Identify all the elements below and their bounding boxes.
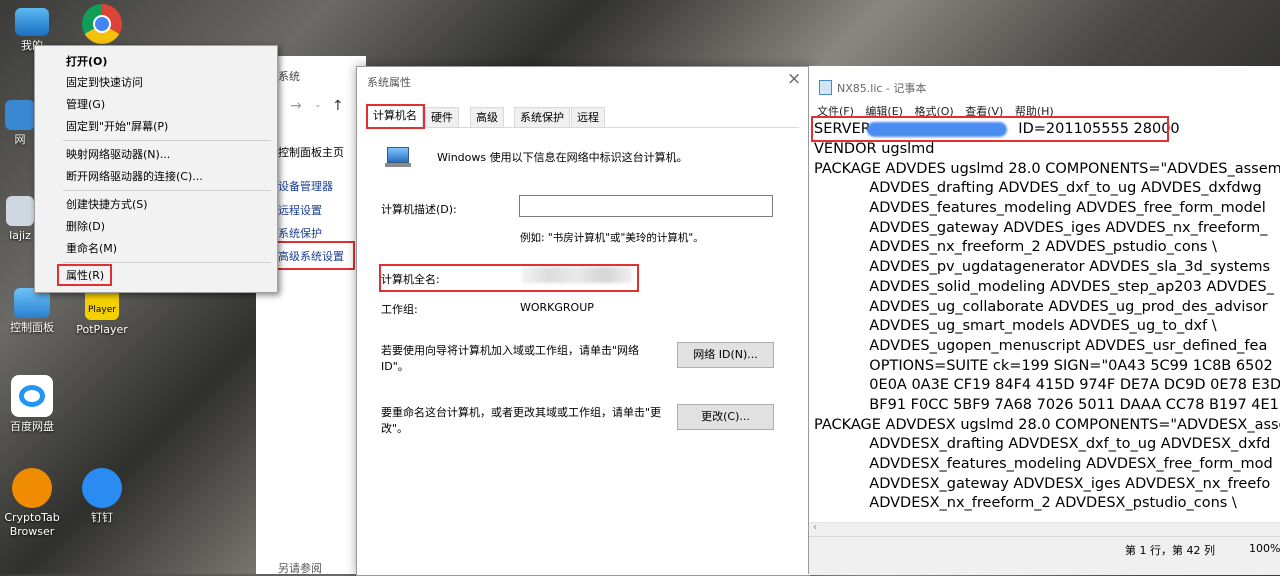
text-line: ADVDES_ug_collaborate ADVDES_ug_prod_des… <box>814 299 1268 315</box>
text-line: ADVDESX_nx_freeform_2 ADVDESX_pstudio_co… <box>814 495 1237 511</box>
device-manager-link[interactable]: 设备管理器 <box>278 178 333 194</box>
text-line: 0E0A 0A3E CF19 84F4 415D 974F DE7A DC9D … <box>814 377 1280 393</box>
window-title: 系统 <box>278 70 300 83</box>
rename-text: 要重命名这台计算机，或者更改其域或工作组，请单击"更改"。 <box>381 406 662 435</box>
workgroup-value: WORKGROUP <box>520 301 594 314</box>
example-text: 例如: "书房计算机"或"美玲的计算机"。 <box>520 232 704 244</box>
tab-advanced[interactable]: 高级 <box>470 107 504 127</box>
highlight-properties <box>57 264 112 286</box>
menu-separator <box>63 262 271 263</box>
highlight-computer-name-tab <box>366 104 425 129</box>
back-arrow-icon[interactable]: → <box>290 98 302 114</box>
computer-network-icon <box>385 145 411 167</box>
network-id-button[interactable]: 网络 ID(N)... <box>677 342 774 368</box>
menu-item-map-drive[interactable]: 映射网络驱动器(N)... <box>35 144 275 165</box>
system-protection-link[interactable]: 系统保护 <box>278 225 322 241</box>
menu-item-create-shortcut[interactable]: 创建快捷方式(S) <box>35 194 275 215</box>
menu-item-pin-start[interactable]: 固定到"开始"屏幕(P) <box>35 116 275 137</box>
text-area[interactable]: SERVER ID=201105555 28000 VENDOR ugslmd … <box>809 118 1280 522</box>
close-icon[interactable]: × <box>787 69 801 89</box>
change-button[interactable]: 更改(C)... <box>677 404 774 430</box>
text-line: ADVDES_gateway ADVDES_iges ADVDES_nx_fre… <box>814 220 1268 236</box>
highlight-full-name <box>379 264 639 292</box>
tab-system-protection[interactable]: 系统保护 <box>514 107 570 127</box>
highlight-server-line <box>811 116 1169 142</box>
desktop-icon-label: 控制面板 <box>10 321 54 334</box>
intro-text: Windows 使用以下信息在网络中标识这台计算机。 <box>437 151 688 164</box>
description-label: 计算机描述(D): <box>381 203 457 216</box>
text-line: ADVDES_ugopen_menuscript ADVDES_usr_defi… <box>814 338 1268 354</box>
system-properties-dialog: 系统属性 × 计算机名 硬件 高级 系统保护 远程 Windows 使用以下信息… <box>356 66 810 576</box>
menu-item-open[interactable]: 打开(O) <box>35 51 275 72</box>
status-position: 第 1 行，第 42 列 <box>1125 544 1215 557</box>
menu-item-disconnect-drive[interactable]: 断开网络驱动器的连接(C)... <box>35 166 275 187</box>
dialog-title: 系统属性 <box>367 76 411 89</box>
notepad-icon <box>819 80 832 95</box>
menu-item-rename[interactable]: 重命名(M) <box>35 238 275 259</box>
horizontal-scrollbar[interactable]: ‹ <box>809 522 1280 537</box>
status-zoom: 100% <box>1249 542 1280 555</box>
text-line: ADVDESX_drafting ADVDESX_dxf_to_ug ADVDE… <box>814 436 1271 452</box>
network-icon <box>5 100 35 130</box>
text-line: VENDOR ugslmd <box>814 141 935 157</box>
text-line: PACKAGE ADVDESX ugslmd 28.0 COMPONENTS="… <box>814 417 1280 433</box>
baidu-netdisk-icon <box>11 375 53 417</box>
desktop-icon-label: 钉钉 <box>91 511 113 524</box>
notepad-window: NX85.lic - 记事本 文件(F) 编辑(E) 格式(O) 查看(V) 帮… <box>808 66 1280 575</box>
menu-separator <box>63 190 271 191</box>
remote-settings-link[interactable]: 远程设置 <box>278 202 322 218</box>
tab-remote[interactable]: 远程 <box>571 107 605 127</box>
up-arrow-icon[interactable]: ↑ <box>332 98 344 114</box>
desktop-icon-potplayer[interactable]: Player PotPlayer <box>70 288 134 337</box>
chrome-icon[interactable] <box>82 4 122 44</box>
desktop-icon-dingtalk[interactable]: 钉钉 <box>70 468 134 525</box>
desktop-icon-control-panel[interactable]: 控制面板 <box>0 288 64 335</box>
text-line: ADVDES_solid_modeling ADVDES_step_ap203 … <box>814 279 1275 295</box>
text-line: PACKAGE ADVDES ugslmd 28.0 COMPONENTS="A… <box>814 161 1280 177</box>
desktop-icon-baidu[interactable]: 百度网盘 <box>0 375 64 434</box>
menu-separator <box>63 140 271 141</box>
desktop-icon-label: CryptoTab Browser <box>4 511 60 538</box>
recycle-bin-icon <box>6 196 34 226</box>
network-id-text: 若要使用向导将计算机加入域或工作组，请单击"网络 ID"。 <box>381 344 640 373</box>
control-panel-home-link[interactable]: 控制面板主页 <box>278 144 344 160</box>
computer-description-input[interactable] <box>519 195 773 217</box>
text-line: OPTIONS=SUITE ck=199 SIGN="0A43 5C99 1C8… <box>814 358 1273 374</box>
text-line: ADVDES_pv_ugdatagenerator ADVDES_sla_3d_… <box>814 259 1271 275</box>
menu-item-delete[interactable]: 删除(D) <box>35 216 275 237</box>
desktop-icon-label: 百度网盘 <box>10 420 54 433</box>
desktop-icon-cryptotab[interactable]: CryptoTab Browser <box>0 468 64 539</box>
text-line: ADVDES_drafting ADVDES_dxf_to_ug ADVDES_… <box>814 180 1262 196</box>
text-line: ADVDESX_gateway ADVDESX_iges ADVDESX_nx_… <box>814 476 1271 492</box>
menu-item-pin-quick-access[interactable]: 固定到快速访问 <box>35 72 275 93</box>
tab-hardware[interactable]: 硬件 <box>425 107 459 127</box>
computer-icon <box>15 8 49 36</box>
text-line: ADVDESX_features_modeling ADVDESX_free_f… <box>814 456 1273 472</box>
desktop-icon-label: PotPlayer <box>76 323 128 336</box>
scroll-left-icon[interactable]: ‹ <box>813 522 817 533</box>
desktop-icon-label: lajiz <box>9 229 31 242</box>
chevron-down-icon[interactable]: ⌄ <box>314 100 322 110</box>
status-bar: 第 1 行，第 42 列 100% <box>809 536 1280 575</box>
desktop-icon-label: 网 <box>14 133 26 146</box>
text-line: ADVDES_features_modeling ADVDES_free_for… <box>814 200 1266 216</box>
menu-item-manage[interactable]: 管理(G) <box>35 94 275 115</box>
notepad-title: NX85.lic - 记事本 <box>837 82 927 95</box>
text-line: ADVDES_nx_freeform_2 ADVDES_pstudio_cons… <box>814 239 1217 255</box>
cryptotab-icon <box>12 468 52 508</box>
workgroup-label: 工作组: <box>381 303 418 316</box>
text-line: ADVDES_ug_smart_models ADVDES_ug_to_dxf … <box>814 318 1217 334</box>
text-line: BF91 F0CC 5BF9 7A68 7026 5011 DAAA CC78 … <box>814 397 1279 413</box>
dingtalk-icon <box>82 468 122 508</box>
tab-strip: 计算机名 硬件 高级 系统保护 远程 <box>367 105 799 128</box>
context-menu: 打开(O) 固定到快速访问 管理(G) 固定到"开始"屏幕(P) 映射网络驱动器… <box>34 45 278 293</box>
